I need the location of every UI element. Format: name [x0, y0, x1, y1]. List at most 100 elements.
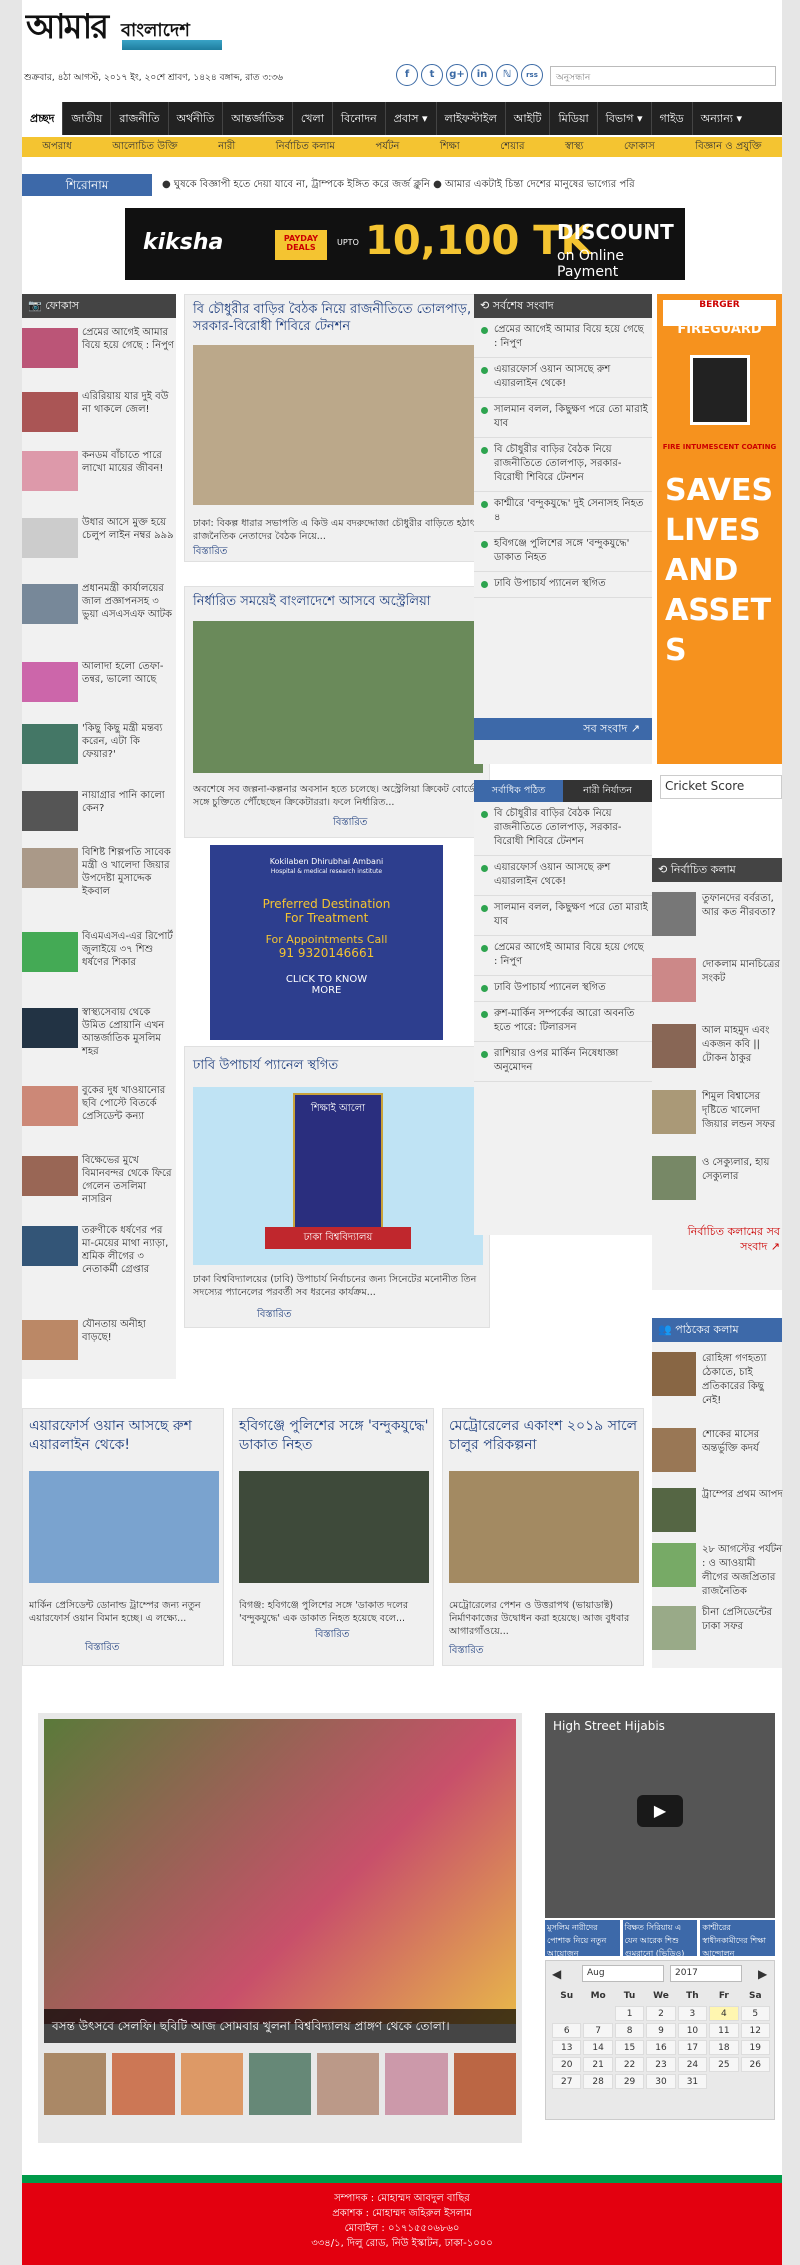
calendar-day[interactable]: 11	[709, 2023, 739, 2038]
next-month-icon[interactable]: ▶	[758, 1967, 767, 1981]
gallery-thumb[interactable]	[248, 2053, 312, 2115]
story-image[interactable]	[193, 621, 483, 773]
focus-item[interactable]: প্রেমের আগেই আমার বিয়ে হয়ে গেছে : নিপু…	[22, 326, 176, 376]
reader-item[interactable]: চীনা প্রেসিডেন্টের ঢাকা সফর	[652, 1606, 784, 1656]
columns-more-link[interactable]: নির্বাচিত কলামের সব সংবাদ ↗	[660, 1224, 780, 1254]
top-ad-banner[interactable]: kiksha PAYDAY DEALS UPTO 10,100 TK DISCO…	[125, 208, 685, 280]
nav-item-it[interactable]: আইটি	[506, 102, 551, 135]
focus-item[interactable]: তরুণীকে ধর্ষণের পর মা-মেয়ের মাথা ন্যাড়…	[22, 1224, 176, 1294]
focus-item[interactable]: এরিরিয়ায় যার দুই বউ না থাকলে জেল!	[22, 390, 176, 440]
calendar-day[interactable]: 25	[709, 2057, 739, 2072]
calendar-day[interactable]: 24	[677, 2057, 708, 2072]
focus-item[interactable]: আলাদা হলো তেফা-তন্বর, ভালো আছে	[22, 660, 176, 710]
nav-item-economy[interactable]: অর্থনীতি	[169, 102, 224, 135]
focus-item[interactable]: প্রধানমন্ত্রী কার্যালয়ের জাল প্রজ্ঞাপনস…	[22, 582, 176, 652]
calendar-day[interactable]: 30	[646, 2074, 676, 2089]
list-item[interactable]: এয়ারফোর্স ওয়ান আসছে রুশ এয়ারলাইন থেকে…	[474, 856, 652, 896]
nav-item-lifestyle[interactable]: লাইফস্টাইল	[437, 102, 506, 135]
story-title[interactable]: মেট্রোরেলের একাংশ ২০১৯ সালে চালুর পরিকল্…	[449, 1417, 639, 1455]
calendar-day[interactable]: 19	[740, 2040, 770, 2055]
gallery-thumb[interactable]	[112, 2053, 175, 2115]
search-input[interactable]: অনুসন্ধান	[550, 66, 776, 86]
subnav-item[interactable]: নির্বাচিত কলাম	[276, 139, 335, 156]
facebook-icon[interactable]: f	[396, 64, 418, 86]
story-image[interactable]	[239, 1471, 429, 1583]
calendar-day[interactable]: 2	[646, 2006, 676, 2021]
story-card[interactable]: হবিগঞ্জে পুলিশের সঙ্গে 'বন্দুকযুদ্ধে' ডা…	[232, 1408, 434, 1666]
focus-item[interactable]: নায়াগ্রার পানি কালো কেন?	[22, 789, 176, 839]
play-icon[interactable]: ▶	[637, 1795, 683, 1827]
nav-item-section[interactable]: বিভাগ ▾	[598, 102, 652, 135]
nav-item-politics[interactable]: রাজনীতি	[111, 102, 169, 135]
nav-item-sports[interactable]: খেলা	[293, 102, 333, 135]
cricket-score-widget[interactable]: Cricket Score	[660, 775, 782, 799]
news-icon[interactable]: ℕ	[496, 64, 518, 86]
calendar-day[interactable]: 10	[677, 2023, 708, 2038]
calendar-day[interactable]: 13	[552, 2040, 582, 2055]
nav-item-probash[interactable]: প্রবাস ▾	[386, 102, 437, 135]
story-card[interactable]: বি চৌধুরীর বাড়ির বৈঠক নিয়ে রাজনীতিতে ত…	[184, 294, 490, 562]
calendar-day[interactable]: 23	[646, 2057, 676, 2072]
year-select[interactable]: 2017	[670, 1965, 742, 1982]
focus-item[interactable]: 'কিছু কিছু মন্ত্রী মন্তব্য করেন, এটা কি …	[22, 722, 176, 772]
story-card[interactable]: মেট্রোরেলের একাংশ ২০১৯ সালে চালুর পরিকল্…	[442, 1408, 644, 1666]
story-title[interactable]: ঢাবি উপাচার্য প্যানেল স্থগিত	[193, 1057, 483, 1074]
calendar-day[interactable]: 28	[583, 2074, 613, 2089]
calendar-day[interactable]: 7	[583, 2023, 613, 2038]
calendar-day[interactable]: 16	[646, 2040, 676, 2055]
subnav-item[interactable]: স্বাস্থ্য	[565, 139, 584, 156]
calendar-day[interactable]: 8	[614, 2023, 645, 2038]
calendar-day[interactable]: 14	[583, 2040, 613, 2055]
nav-item-home[interactable]: প্রচ্ছদ	[22, 102, 64, 135]
story-image[interactable]	[449, 1471, 639, 1583]
gallery-main-image[interactable]	[44, 1719, 516, 2024]
linkedin-icon[interactable]: in	[471, 64, 493, 86]
focus-item[interactable]: যৌনতায় অনীহা বাড়ছে!	[22, 1318, 176, 1368]
subnav-item[interactable]: আলোচিত উক্তি	[112, 139, 177, 156]
calendar-day[interactable]: 9	[646, 2023, 676, 2038]
reader-item[interactable]: শোকের মাসের অন্তর্ভুক্তি কদর্য	[652, 1428, 784, 1478]
story-card[interactable]: নির্ধারিত সময়েই বাংলাদেশে আসবে অস্ট্রেল…	[184, 586, 490, 838]
nav-item-others[interactable]: অন্যান্য ▾	[693, 102, 750, 135]
list-item[interactable]: বি চৌধুরীর বাড়ির বৈঠক নিয়ে রাজনীতিতে ত…	[474, 438, 652, 492]
focus-item[interactable]: বিশিষ্ট শিল্পপতি সাবেক মন্ত্রী ও খালেদা …	[22, 846, 176, 916]
story-card[interactable]: এয়ারফোর্স ওয়ান আসছে রুশ এয়ারলাইন থেকে…	[22, 1408, 224, 1666]
ad-cta[interactable]: CLICK TO KNOW MORE	[272, 974, 382, 996]
list-item[interactable]: সালমান বলল, কিছুক্ষণ পরে তো মারাই যাব	[474, 398, 652, 438]
story-title[interactable]: হবিগঞ্জে পুলিশের সঙ্গে 'বন্দুকযুদ্ধে' ডা…	[239, 1417, 429, 1455]
focus-item[interactable]: উধার আসে মুক্ত হয়ে চেলুপ লাইন নম্বর ৯৯৯	[22, 516, 176, 566]
nav-item-national[interactable]: জাতীয়	[63, 102, 112, 135]
column-item[interactable]: আল মাহমুদ এবং একজন কবি || টোকন ঠাকুর	[652, 1024, 784, 1078]
twitter-icon[interactable]: t	[421, 64, 443, 86]
subnav-item[interactable]: নারী	[218, 139, 235, 156]
subnav-item[interactable]: শিক্ষা	[440, 139, 460, 156]
focus-item[interactable]: বুকের দুধ খাওয়ানোর ছবি পোস্টে বিতর্কে প…	[22, 1084, 176, 1144]
focus-item[interactable]: বিক্ষেভের মুখে বিমানবন্দর থেকে ফিরে গেলে…	[22, 1154, 176, 1214]
video-link[interactable]: বিক্ষত সিরিয়ায় এ যেন আরেক শিশু গুমরানো…	[622, 1920, 698, 1956]
list-item[interactable]: কাশ্মীরে 'বন্দুকযুদ্ধে' দুই সেনাসহ নিহত …	[474, 492, 652, 532]
list-item[interactable]: প্রেমের আগেই আমার বিয়ে হয়ে গেছে : নিপু…	[474, 318, 652, 358]
fireguard-ad[interactable]: BERGER FIREGUARD FIRE INTUMESCENT COATIN…	[657, 294, 782, 764]
gallery-thumb[interactable]	[317, 2053, 380, 2115]
column-item[interactable]: দোকলাম মানচিত্রের সংকট	[652, 958, 784, 1012]
focus-item[interactable]: বিএমএসএ-এর রিপোর্ট জুলাইয়ে ৩৭ শিশু ধর্ষ…	[22, 930, 176, 996]
photo-gallery[interactable]: বসন্ত উৎসবে সেলফি। ছবিটি আজ সোমবার খুলনা…	[38, 1713, 522, 2143]
list-item[interactable]: এয়ারফোর্স ওয়ান আসছে রুশ এয়ারলাইন থেকে…	[474, 358, 652, 398]
calendar-day[interactable]: 20	[552, 2057, 582, 2072]
story-title[interactable]: নির্ধারিত সময়েই বাংলাদেশে আসবে অস্ট্রেল…	[193, 593, 483, 610]
list-item[interactable]: প্রেমের আগেই আমার বিয়ে হয়ে গেছে : নিপু…	[474, 936, 652, 976]
calendar-day[interactable]: 5	[740, 2006, 770, 2021]
nav-item-media[interactable]: মিডিয়া	[550, 102, 598, 135]
google-plus-icon[interactable]: g+	[446, 64, 468, 86]
story-image[interactable]: শিক্ষাই আলো ঢাকা বিশ্ববিদ্যালয়	[193, 1087, 483, 1265]
prev-month-icon[interactable]: ◀	[552, 1967, 561, 1981]
tab-women-abuse[interactable]: নারী নির্যাতন	[563, 780, 652, 802]
list-item[interactable]: ঢাবি উপাচার্য প্যানেল স্থগিত	[474, 976, 652, 1002]
subnav-item[interactable]: বিজ্ঞান ও প্রযুক্তি	[695, 139, 761, 156]
calendar-day[interactable]: 6	[552, 2023, 582, 2038]
subnav-item[interactable]: অপরাধ	[42, 139, 71, 156]
story-card[interactable]: ঢাবি উপাচার্য প্যানেল স্থগিত শিক্ষাই আলো…	[184, 1046, 490, 1328]
reader-item[interactable]: ট্রাম্পের প্রথম আপদ	[652, 1488, 784, 1538]
list-item[interactable]: রুশ-মার্কিন সম্পর্কের আরো অবনতি হতে পারে…	[474, 1002, 652, 1042]
column-item[interactable]: শিমুল বিশ্বাসের দৃষ্টিতে খালেদা জিয়ার ল…	[652, 1090, 784, 1144]
